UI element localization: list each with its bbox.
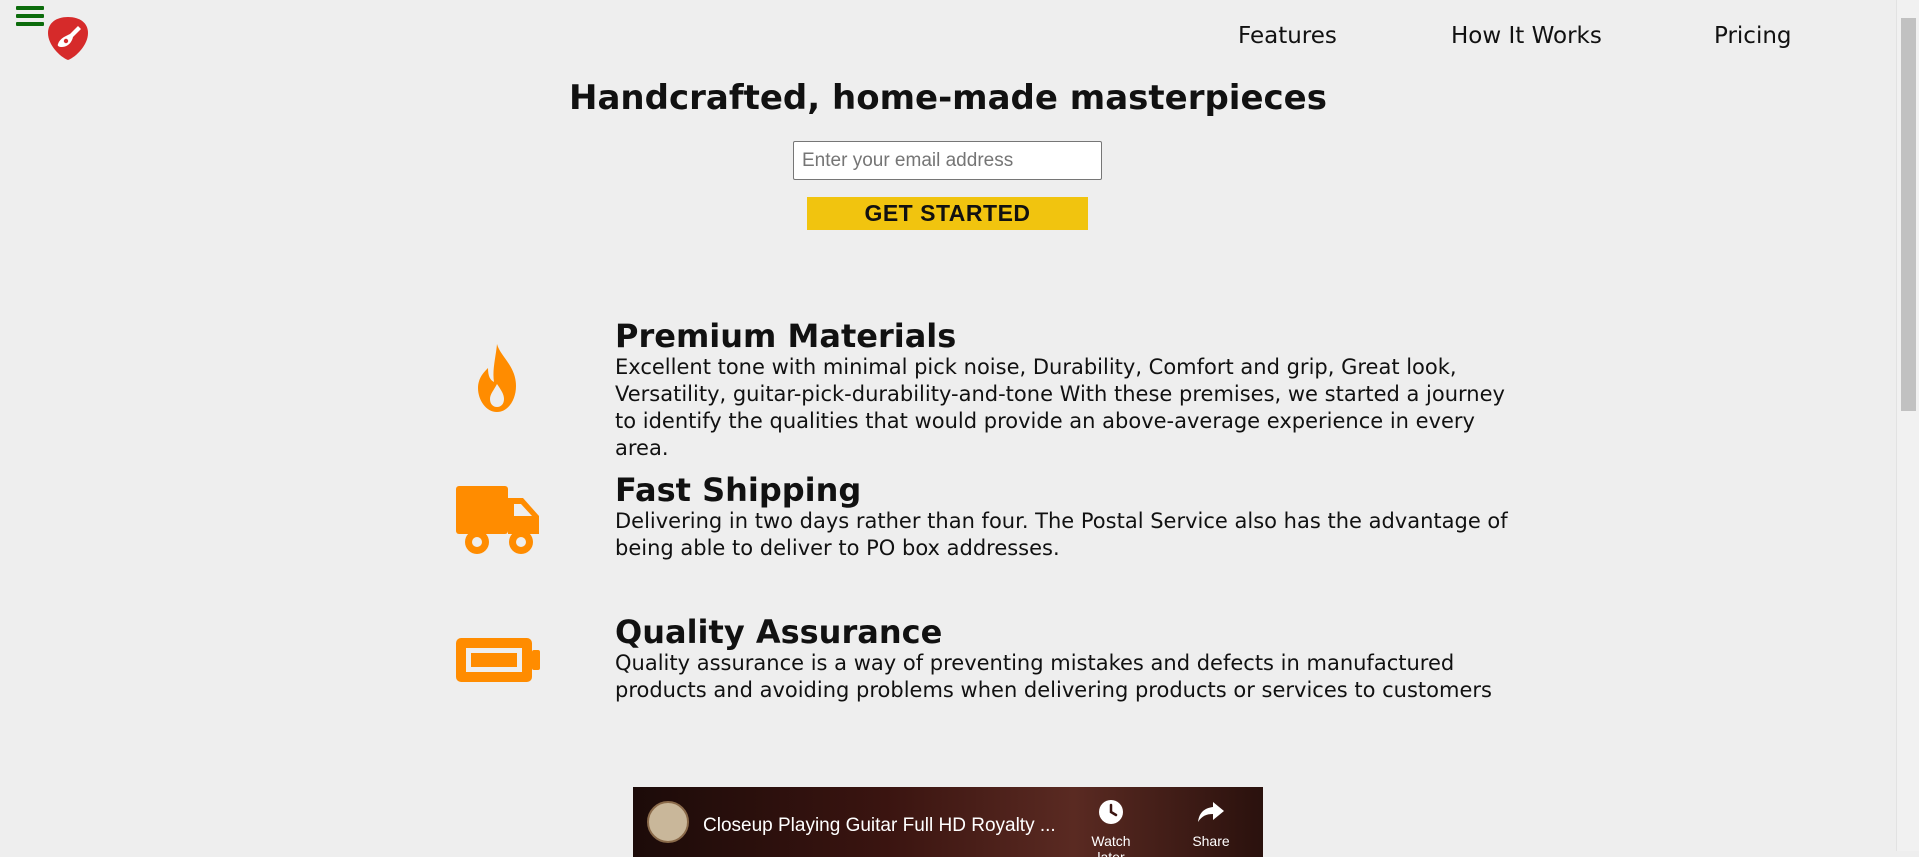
feature-title: Premium Materials [615,317,957,355]
share-button[interactable]: Share [1176,799,1246,849]
share-label: Share [1192,833,1230,849]
feature-description: Excellent tone with minimal pick noise, … [615,355,1505,460]
hero-title: Handcrafted, home-made masterpieces [569,78,1327,118]
truck-icon [456,486,539,554]
nav-link-pricing[interactable]: Pricing [1714,23,1792,49]
feature-title: Quality Assurance [615,613,943,651]
nav-link-how-it-works[interactable]: How It Works [1451,23,1602,49]
feature-description: Delivering in two days rather than four.… [615,509,1508,560]
feature-title: Fast Shipping [615,471,862,509]
watch-later-button[interactable]: Watch later [1076,799,1146,857]
feature-description: Quality assurance is a way of preventing… [615,651,1492,702]
embedded-video[interactable]: Closeup Playing Guitar Full HD Royalty .… [633,787,1263,857]
share-arrow-icon [1198,802,1224,822]
top-nav: Features How It Works Pricing [0,23,1919,53]
video-title[interactable]: Closeup Playing Guitar Full HD Royalty .… [703,815,1056,837]
scrollbar-thumb[interactable] [1901,18,1916,411]
page-scrollbar[interactable] [1896,0,1919,851]
nav-link-features[interactable]: Features [1238,23,1337,49]
fire-icon [478,344,516,412]
battery-icon [456,638,540,682]
watch-later-label: Watch later [1091,833,1131,857]
channel-avatar[interactable] [647,801,689,843]
get-started-button[interactable]: GET STARTED [807,197,1088,230]
email-input[interactable] [793,141,1102,180]
clock-icon [1099,800,1123,824]
